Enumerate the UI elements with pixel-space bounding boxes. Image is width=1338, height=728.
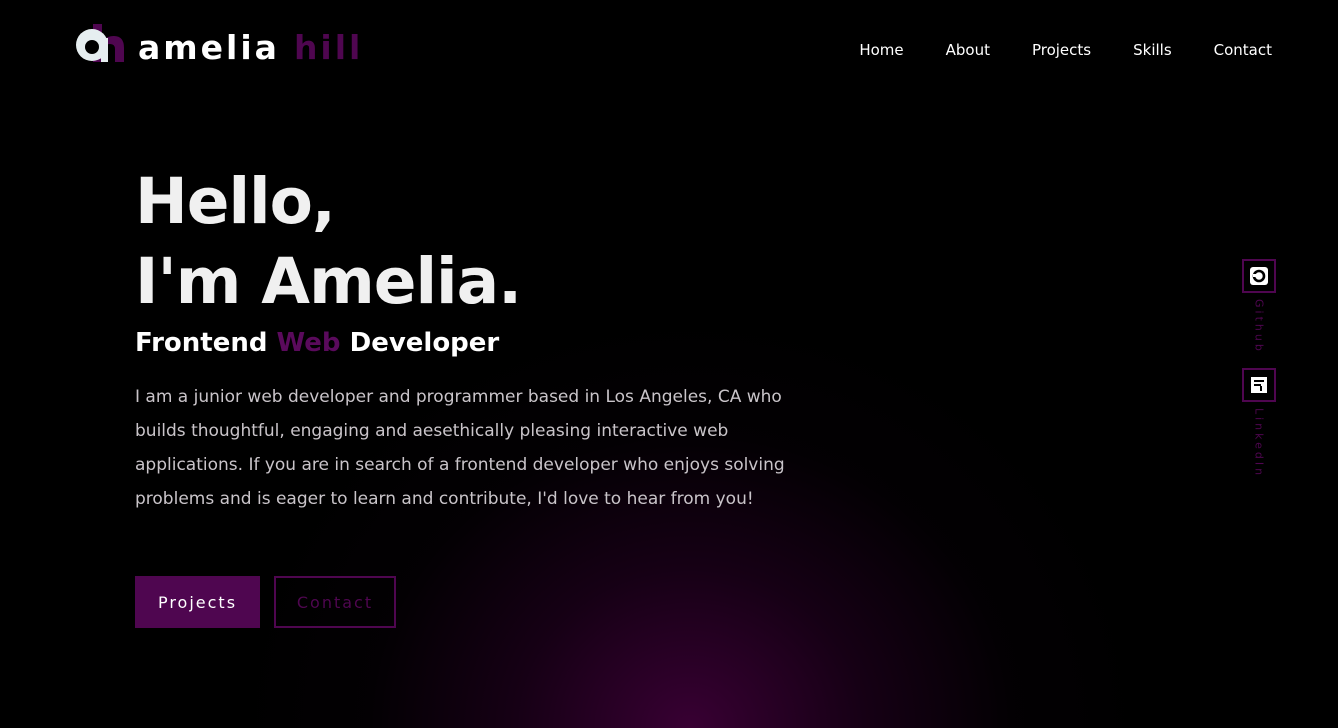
nav-skills[interactable]: Skills bbox=[1133, 40, 1172, 60]
github-icon[interactable] bbox=[1242, 259, 1276, 293]
nav-about[interactable]: About bbox=[946, 40, 990, 60]
logo[interactable]: amelia hill bbox=[74, 22, 363, 74]
social-sidebar: Github LinkedIn bbox=[1242, 259, 1276, 492]
contact-button[interactable]: Contact bbox=[274, 576, 396, 628]
projects-button[interactable]: Projects bbox=[135, 576, 260, 628]
hero-subtitle: Frontend Web Developer bbox=[135, 326, 785, 360]
brand-last-name: hill bbox=[293, 28, 364, 67]
social-linkedin[interactable]: LinkedIn bbox=[1242, 367, 1276, 478]
linkedin-icon[interactable] bbox=[1242, 367, 1276, 402]
linkedin-label[interactable]: LinkedIn bbox=[1253, 408, 1266, 478]
hero-section: Hello, I'm Amelia. Frontend Web Develope… bbox=[135, 162, 785, 516]
subtitle-web-accent: Web bbox=[276, 328, 341, 358]
main-nav: Home About Projects Skills Contact bbox=[859, 40, 1272, 60]
ah-monogram-icon bbox=[74, 22, 126, 74]
hero-actions: Projects Contact bbox=[135, 576, 396, 628]
nav-projects[interactable]: Projects bbox=[1032, 40, 1091, 60]
brand-first-name: amelia bbox=[138, 28, 280, 67]
subtitle-developer: Developer bbox=[349, 328, 500, 358]
github-label[interactable]: Github bbox=[1253, 299, 1266, 354]
hero-greeting-line-2: I'm Amelia. bbox=[135, 245, 522, 318]
hero-heading: Hello, I'm Amelia. bbox=[135, 162, 785, 322]
hero-greeting-line-1: Hello, bbox=[135, 165, 336, 238]
nav-home[interactable]: Home bbox=[859, 40, 903, 60]
social-github[interactable]: Github bbox=[1242, 259, 1276, 354]
subtitle-frontend: Frontend bbox=[135, 328, 268, 358]
hero-description: I am a junior web developer and programm… bbox=[135, 387, 785, 509]
nav-contact[interactable]: Contact bbox=[1214, 40, 1272, 60]
brand-name: amelia hill bbox=[138, 22, 363, 74]
